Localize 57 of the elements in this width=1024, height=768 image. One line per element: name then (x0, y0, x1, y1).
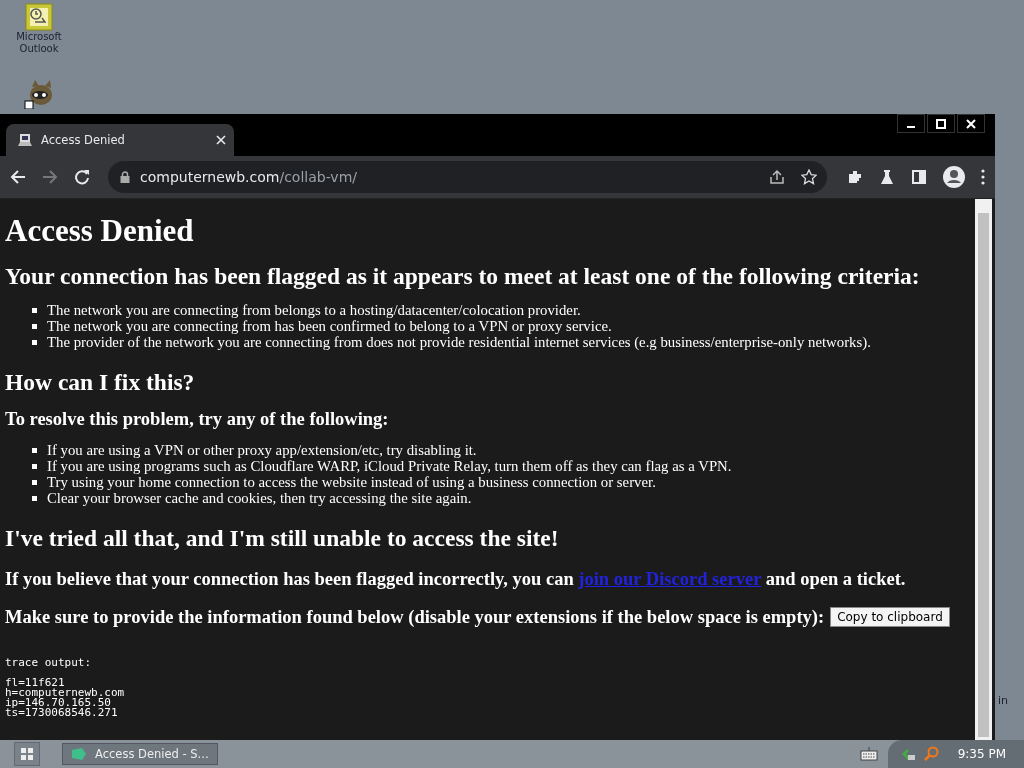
maximize-button[interactable] (927, 114, 955, 133)
close-button[interactable] (957, 114, 985, 133)
list-item: Clear your browser cache and cookies, then try accessing the site again. (47, 490, 472, 506)
section-heading: I've tried all that, and I'm still unable to access the site! (5, 524, 560, 552)
profile-avatar-icon[interactable] (943, 166, 965, 188)
page-title: Access Denied (5, 213, 195, 249)
section-heading: Your connection has been flagged as it appears to meet at least one of the following criteria: (5, 262, 921, 290)
maximize-icon (936, 118, 946, 129)
bullet-icon (32, 479, 37, 485)
close-icon (966, 118, 976, 129)
calendar-clock-icon[interactable] (25, 3, 53, 31)
keyboard-icon[interactable] (859, 747, 878, 761)
start-button[interactable] (14, 742, 40, 766)
minimize-button[interactable] (897, 114, 925, 133)
browser-tab[interactable]: Access Denied (6, 124, 234, 156)
trace-line: h=computernewb.com (5, 686, 125, 699)
trace-line: fl=11f621 (5, 676, 65, 689)
clock[interactable]: 9:35 PM (957, 747, 1006, 761)
minimize-icon (907, 125, 915, 128)
address-bar[interactable]: computernewb.com/collab-vm/ (108, 161, 827, 193)
lock-icon (120, 171, 130, 183)
computer-icon (18, 133, 32, 147)
bullet-icon (32, 323, 37, 329)
trace-line: ip=146.70.165.50 (5, 696, 111, 709)
taskbar-button[interactable]: Access Denied - S... (62, 743, 218, 765)
close-tab-icon[interactable] (216, 135, 226, 145)
icon-label[interactable]: Microsoft Outlook (9, 31, 69, 55)
subheading: To resolve this problem, try any of the following: (5, 408, 390, 430)
bullet-icon (32, 463, 37, 469)
list-item: If you are using a VPN or other proxy app/extension/etc, try disabling it. (47, 442, 477, 458)
app-icon (71, 747, 87, 761)
copy-button[interactable]: Copy to clipboard (830, 607, 950, 627)
list-item: Try using your home connection to access the website instead of using a business connection or server. (47, 474, 656, 490)
reload-icon[interactable] (74, 169, 90, 185)
forward-arrow-icon[interactable] (42, 169, 58, 185)
share-icon[interactable] (769, 169, 785, 185)
flask-icon[interactable] (879, 169, 895, 185)
scrollbar[interactable] (975, 199, 992, 740)
bullet-icon (32, 495, 37, 501)
trace-label: trace output: (5, 656, 92, 669)
back-arrow-icon[interactable] (10, 169, 26, 185)
bullet-icon (32, 339, 37, 345)
list-item: The provider of the network you are connecting from does not provide residential internet services (e.g business/enterprise-only networks). (47, 334, 871, 350)
bullet-icon (32, 307, 37, 313)
puzzle-icon[interactable] (847, 169, 863, 185)
list-item: The network you are connecting from belongs to a hosting/datacenter/colocation provider. (47, 302, 581, 318)
more-menu-icon[interactable] (981, 169, 985, 185)
list-item: If you are using programs such as Cloudflare WARP, iCloud Private Relay, turn them off as they can flag as a VPN. (47, 458, 732, 474)
list-item: The network you are connecting from has been confirmed to belong to a VPN or proxy service. (47, 318, 612, 334)
section-heading: How can I fix this? (5, 368, 196, 396)
grid-icon (20, 747, 34, 761)
paragraph: If you believe that your connection has been flagged incorrectly, you can join our Discord server and open a ticket. (5, 568, 907, 590)
side-panel-icon[interactable] (911, 169, 927, 185)
paragraph: Make sure to provide the information found below (disable your extensions if the below space is empty): (5, 606, 825, 628)
icon-label[interactable]: in (998, 694, 1009, 707)
bullet-icon (32, 447, 37, 453)
star-icon[interactable] (801, 169, 817, 185)
